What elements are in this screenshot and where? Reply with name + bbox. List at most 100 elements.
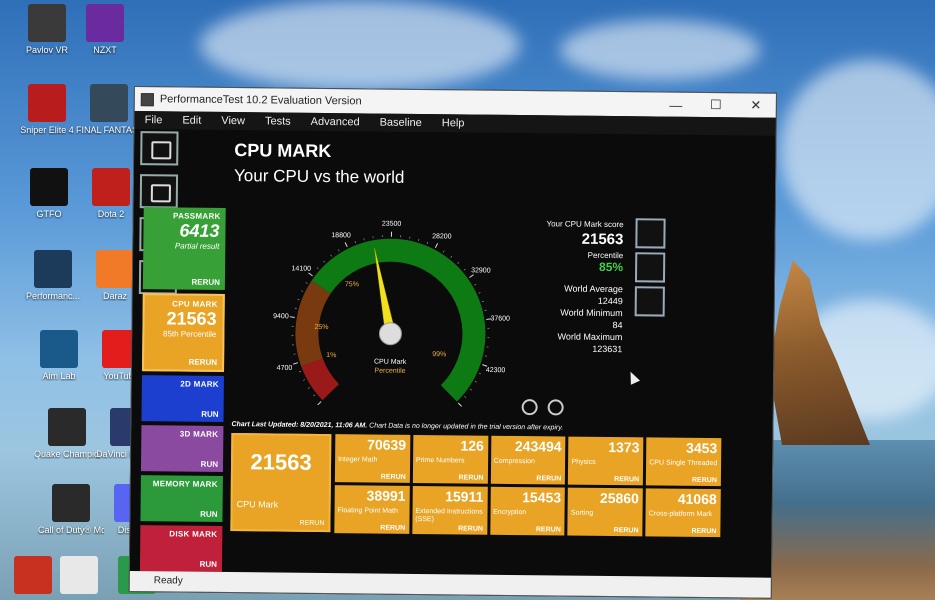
desktop-icon[interactable]: FINAL FANTASY VI... (76, 84, 142, 135)
desktop-icon[interactable]: Pavlov VR (14, 4, 80, 55)
your-score-label: Your CPU Mark score (546, 219, 624, 230)
desktop-icon[interactable]: Quake Champions (34, 408, 100, 459)
menu-help[interactable]: Help (432, 117, 475, 129)
document-icon[interactable] (635, 218, 666, 249)
desktop-icon-label: Sniper Elite 4 (20, 125, 74, 135)
result-rerun[interactable]: RERUN (536, 475, 561, 482)
desktop-icon[interactable]: Performanc... (20, 250, 86, 301)
disk-tile-title: DISK MARK (169, 529, 218, 539)
desktop-icon[interactable]: Call of Duty® Modern War... (38, 484, 104, 535)
chart-icon[interactable] (548, 399, 565, 416)
3d-tile-run[interactable]: RUN (201, 460, 218, 469)
chart-note: Chart Last Updated: 8/20/2021, 11:06 AM.… (231, 421, 563, 431)
result-cell[interactable]: 15453 Encryption RERUN (489, 486, 566, 536)
gauge-tick (482, 364, 488, 367)
memory-tile-run[interactable]: RUN (200, 510, 217, 519)
disk-mark-tile[interactable]: DISK MARK RUN (139, 525, 223, 572)
cloud (560, 20, 760, 80)
passmark-value: 6413 (179, 220, 220, 241)
desktop-icon[interactable]: NZXT (72, 4, 138, 55)
gauge-minor-tick (418, 238, 420, 241)
world-maximum-value: 123631 (592, 343, 623, 355)
result-cell[interactable]: 126 Prime Numbers RERUN (412, 434, 488, 484)
result-cell[interactable]: 3453 CPU Single Threaded RERUN (646, 437, 722, 487)
result-cell[interactable]: 70639 Integer Math RERUN (334, 434, 411, 483)
result-name: Sorting (570, 509, 594, 517)
globe-icon[interactable] (634, 252, 666, 283)
app-shortcut-icon (92, 168, 130, 206)
cpu-chip-icon[interactable] (634, 286, 665, 317)
result-rerun[interactable]: RERUN (614, 527, 639, 534)
cpu-mark-result-rerun[interactable]: RERUN (300, 520, 325, 527)
help-icon[interactable] (521, 399, 538, 416)
gauge-minor-tick (474, 283, 477, 286)
menu-baseline[interactable]: Baseline (370, 116, 432, 129)
gauge-tick-label: 14100 (292, 265, 312, 272)
result-cell[interactable]: 38991 Floating Point Math RERUN (334, 485, 410, 534)
disk-tile-run[interactable]: RUN (200, 560, 217, 569)
result-rerun[interactable]: RERUN (536, 526, 561, 533)
result-value: 3453 (686, 439, 718, 457)
gauge-tick-label: 28200 (432, 233, 452, 240)
desktop-icon[interactable]: Sniper Elite 4 (14, 84, 80, 135)
result-rerun[interactable]: RERUN (614, 476, 639, 483)
gauge-tick (457, 402, 463, 407)
cpu-mark-result[interactable]: 21563 CPU Mark RERUN (230, 433, 332, 533)
result-cell[interactable]: 15911 Extended Instructions (SSE) RERUN (412, 485, 488, 535)
home-icon[interactable] (140, 131, 179, 166)
menu-view[interactable]: View (211, 115, 255, 127)
desktop-icon[interactable]: Aim Lab (26, 330, 92, 381)
cpu-mark-tile[interactable]: CPU MARK 21563 85th Percentile RERUN (142, 293, 225, 372)
gauge-tick (434, 243, 439, 248)
gauge-minor-tick (330, 254, 333, 257)
gauge-minor-tick (323, 260, 325, 263)
result-cell[interactable]: 243494 Compression RERUN (490, 435, 566, 485)
cpu-gauge: 0470094001410018800235002820032900376004… (273, 221, 510, 407)
gauge-band-low (301, 358, 339, 401)
result-name: Integer Math (338, 456, 378, 464)
performancetest-window: PerformanceTest 10.2 Evaluation Version … (128, 86, 777, 599)
menu-advanced[interactable]: Advanced (301, 116, 370, 129)
result-rerun[interactable]: RERUN (692, 477, 717, 484)
minimize-button[interactable]: — (656, 97, 696, 112)
gauge-minor-tick (316, 267, 319, 270)
menu-edit[interactable]: Edit (172, 114, 211, 127)
cpu-tile-rerun[interactable]: RERUN (189, 358, 218, 367)
gauge-tick-label: 4700 (277, 365, 293, 372)
result-rerun[interactable]: RERUN (691, 528, 716, 535)
gauge-minor-tick (297, 298, 300, 301)
cpu-tile-sub: 85th Percentile (162, 329, 217, 339)
result-rerun[interactable]: RERUN (458, 525, 483, 532)
app-shortcut-icon (90, 84, 128, 122)
result-value: 41068 (677, 490, 717, 508)
desktop-icon[interactable]: GTFO (16, 168, 82, 219)
2d-tile-run[interactable]: RUN (201, 410, 218, 419)
gauge-minor-tick (481, 300, 485, 303)
memory-mark-tile[interactable]: MEMORY MARK RUN (140, 475, 223, 522)
maximize-button[interactable]: ☐ (696, 97, 736, 113)
result-cell[interactable]: 41068 Cross-platform Mark RERUN (645, 488, 721, 538)
menu-file[interactable]: File (135, 114, 173, 126)
world-maximum-label: World Maximum (557, 331, 623, 343)
result-cell[interactable]: 25860 Sorting RERUN (567, 487, 644, 537)
system-info-icon[interactable] (139, 174, 179, 209)
result-rerun[interactable]: RERUN (381, 474, 406, 481)
gauge-minor-tick (354, 241, 356, 244)
gauge-minor-tick (426, 241, 429, 245)
chart-tools (521, 399, 571, 421)
passmark-tile[interactable]: PASSMARK 6413 Partial result RERUN (142, 207, 226, 290)
passmark-rerun[interactable]: RERUN (191, 278, 220, 287)
3d-mark-tile[interactable]: 3D MARK RUN (140, 425, 224, 472)
result-rerun[interactable]: RERUN (380, 525, 405, 532)
result-rerun[interactable]: RERUN (459, 474, 484, 481)
close-button[interactable]: ✕ (736, 97, 776, 113)
world-minimum-label: World Minimum (560, 307, 623, 319)
app-shortcut-icon (86, 4, 124, 42)
gauge-minor-tick (363, 238, 365, 241)
desktop-icon[interactable] (46, 556, 112, 597)
2d-mark-tile[interactable]: 2D MARK RUN (141, 375, 224, 422)
result-cell[interactable]: 1373 Physics RERUN (568, 436, 644, 486)
3d-tile-title: 3D MARK (179, 429, 219, 439)
menu-tests[interactable]: Tests (255, 115, 301, 127)
passmark-sub: Partial result (174, 241, 220, 251)
